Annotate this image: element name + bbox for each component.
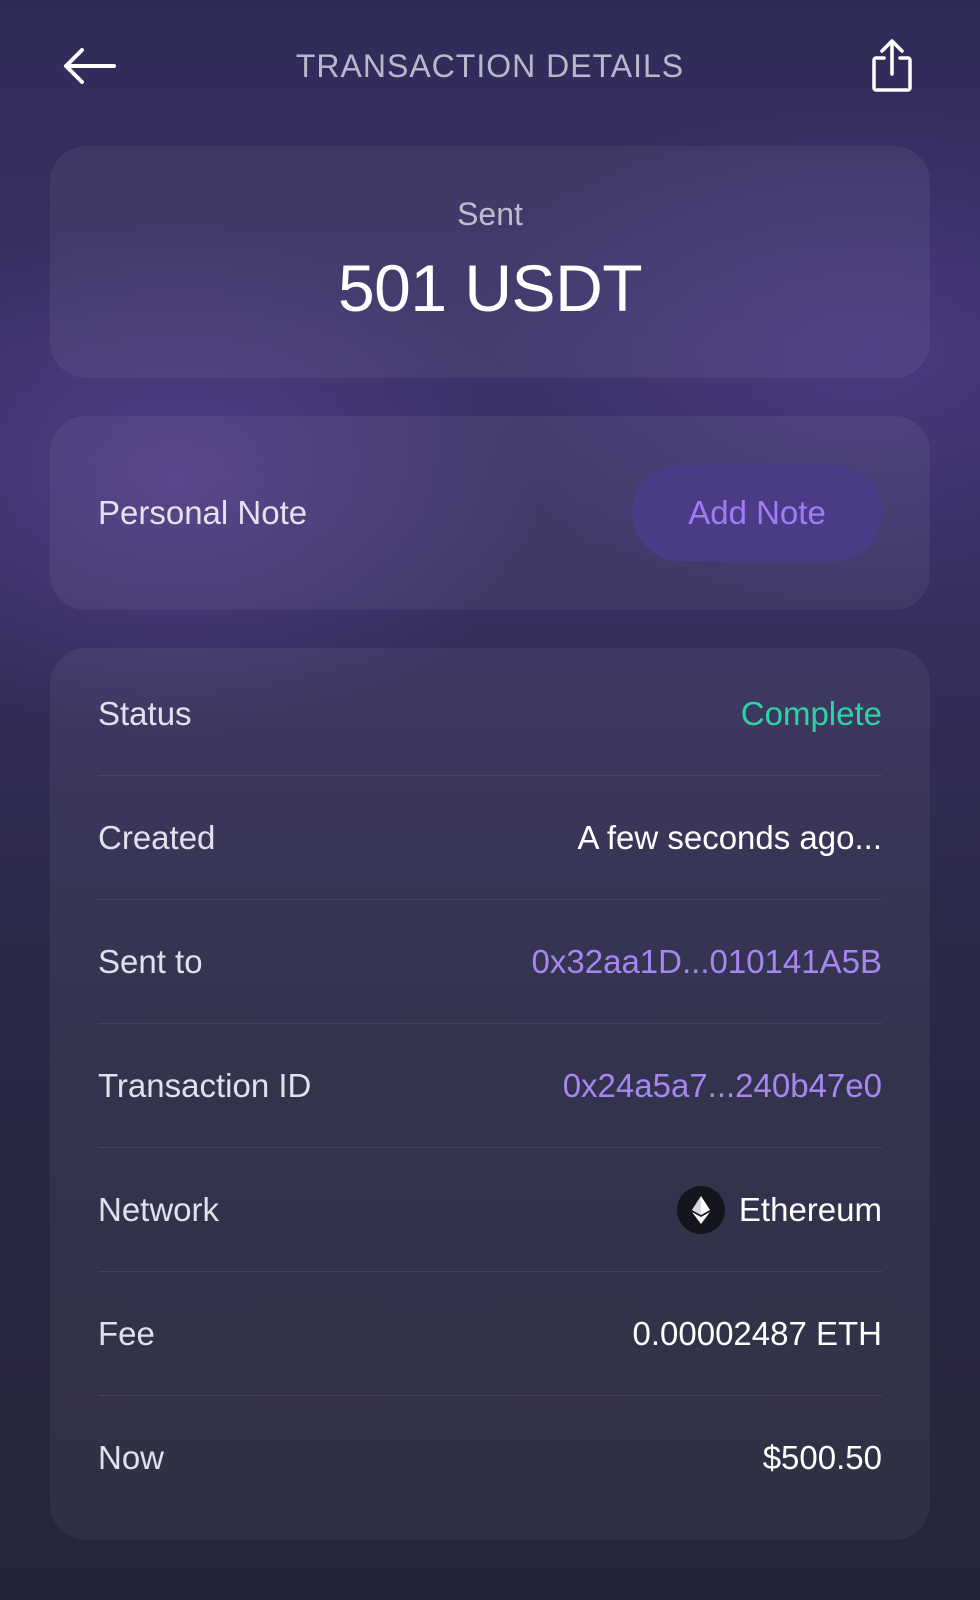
detail-row-status: Status Complete xyxy=(98,652,882,776)
ethereum-icon xyxy=(676,1186,725,1234)
detail-row-now: Now $500.50 xyxy=(98,1396,882,1520)
network-name: Ethereum xyxy=(738,1191,882,1228)
status-label: Status xyxy=(98,695,192,732)
personal-note-card: Personal Note Add Note xyxy=(50,416,930,610)
share-button[interactable] xyxy=(856,32,928,104)
detail-row-transaction-id: Transaction ID 0x24a5a7...240b47e0 xyxy=(98,1024,882,1148)
created-value: A few seconds ago... xyxy=(577,819,882,856)
transaction-amount: 501 USDT xyxy=(337,251,643,325)
fee-label: Fee xyxy=(98,1315,155,1352)
now-value: $500.50 xyxy=(762,1439,882,1476)
network-value: Ethereum xyxy=(676,1186,882,1234)
created-label: Created xyxy=(98,819,216,856)
now-label: Now xyxy=(98,1439,165,1476)
sent-to-address-link[interactable]: 0x32aa1D...010141A5B xyxy=(532,943,882,981)
details-card: Status Complete Created A few seconds ag… xyxy=(50,648,930,1540)
status-value: Complete xyxy=(740,695,882,732)
page-title: TRANSACTION DETAILS xyxy=(295,48,685,84)
add-note-button[interactable]: Add Note xyxy=(632,465,882,561)
detail-row-fee: Fee 0.00002487 ETH xyxy=(98,1272,882,1396)
personal-note-label: Personal Note xyxy=(98,494,308,531)
transaction-type-label: Sent xyxy=(457,196,523,232)
detail-row-sent-to: Sent to 0x32aa1D...010141A5B xyxy=(98,900,882,1024)
detail-row-created: Created A few seconds ago... xyxy=(98,776,882,900)
header: TRANSACTION DETAILS xyxy=(0,0,980,136)
detail-row-network: Network Ethereum xyxy=(98,1148,882,1272)
sent-to-label: Sent to xyxy=(98,943,203,980)
fee-value: 0.00002487 ETH xyxy=(632,1315,882,1352)
transaction-id-link[interactable]: 0x24a5a7...240b47e0 xyxy=(563,1067,882,1105)
share-icon xyxy=(870,38,914,99)
network-label: Network xyxy=(98,1191,220,1228)
transaction-id-label: Transaction ID xyxy=(98,1067,312,1104)
summary-card: Sent 501 USDT xyxy=(50,146,930,378)
